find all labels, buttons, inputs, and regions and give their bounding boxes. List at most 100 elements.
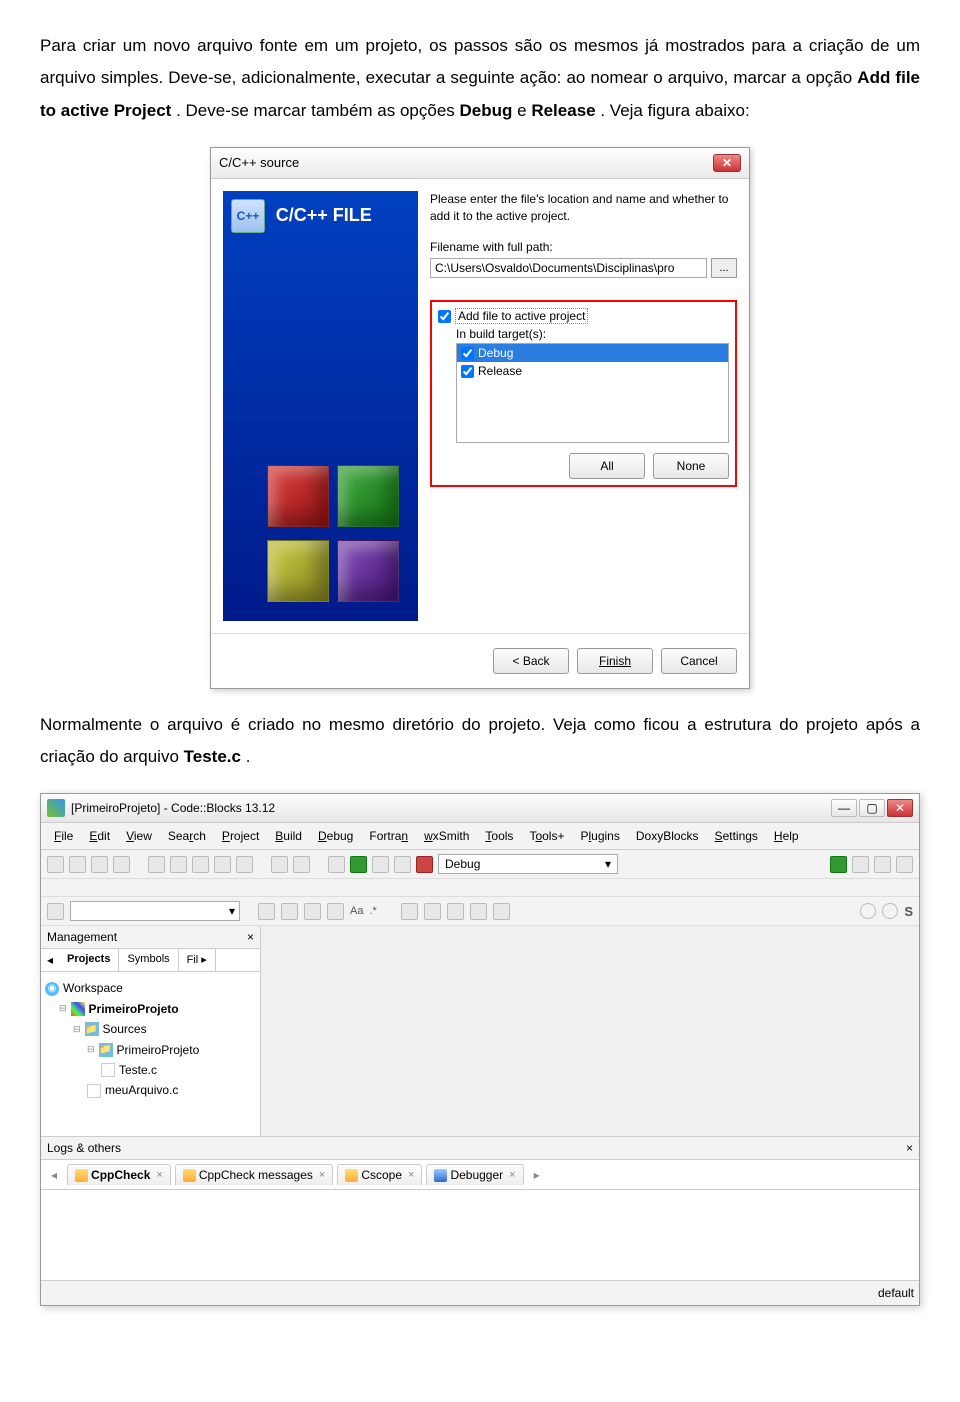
close-tab-icon[interactable]: × <box>408 1169 414 1181</box>
close-doc-icon[interactable] <box>47 903 64 920</box>
menu-search[interactable]: Search <box>161 826 213 846</box>
menu-view[interactable]: View <box>119 826 159 846</box>
target-release-row[interactable]: Release <box>457 362 728 380</box>
tabs-left-arrow[interactable]: ◂ <box>45 1165 63 1185</box>
menu-bar: File Edit View Search Project Build Debu… <box>41 823 919 850</box>
browse-button[interactable]: ... <box>711 258 737 278</box>
tabs-right-arrow[interactable]: ▸ <box>528 1165 546 1185</box>
close-icon[interactable]: ✕ <box>887 799 913 817</box>
build-targets-list[interactable]: Debug Release <box>456 343 729 443</box>
build-target-combo[interactable]: Debug ▾ <box>438 854 618 874</box>
release-checkbox[interactable] <box>461 365 474 378</box>
step-over-icon[interactable] <box>852 856 869 873</box>
select-icon[interactable] <box>424 903 441 920</box>
tab-debugger[interactable]: Debugger × <box>426 1164 523 1185</box>
target-debug-row[interactable]: Debug <box>457 344 728 362</box>
cppcheck-icon <box>183 1169 196 1182</box>
close-tab-icon[interactable]: × <box>156 1169 162 1181</box>
minimize-icon[interactable]: — <box>831 799 857 817</box>
rect-icon[interactable] <box>447 903 464 920</box>
menu-build[interactable]: Build <box>268 826 309 846</box>
close-tab-icon[interactable]: × <box>509 1169 515 1181</box>
add-file-checkbox[interactable] <box>438 310 451 323</box>
tab-cppcheck-msg[interactable]: CppCheck messages × <box>175 1164 334 1185</box>
tab-left-arrow[interactable]: ◂ <box>41 949 59 971</box>
tab-files[interactable]: Fil ▸ <box>179 949 216 971</box>
abort-icon[interactable] <box>416 856 433 873</box>
debug-checkbox[interactable] <box>461 347 474 360</box>
tree-project[interactable]: ⊟ PrimeiroProjeto <box>59 999 256 1019</box>
menu-debug[interactable]: Debug <box>311 826 360 846</box>
redo-icon[interactable] <box>170 856 187 873</box>
nav-back-icon[interactable] <box>258 903 275 920</box>
tab-cscope[interactable]: Cscope × <box>337 1164 422 1185</box>
new-icon[interactable] <box>47 856 64 873</box>
tab-cppcheck[interactable]: CppCheck × <box>67 1164 171 1185</box>
save-icon[interactable] <box>91 856 108 873</box>
text: e <box>517 101 531 120</box>
undo-icon[interactable] <box>148 856 165 873</box>
filename-label: Filename with full path: <box>430 240 737 254</box>
cursor-icon[interactable] <box>401 903 418 920</box>
tab-projects[interactable]: Projects <box>59 949 119 971</box>
scope-combo[interactable]: ▾ <box>70 901 240 921</box>
debug-run-icon[interactable] <box>830 856 847 873</box>
finish-button[interactable]: Finish <box>577 648 653 674</box>
cscope-icon <box>345 1169 358 1182</box>
menu-edit[interactable]: Edit <box>82 826 117 846</box>
copy-icon[interactable] <box>214 856 231 873</box>
cut-icon[interactable] <box>192 856 209 873</box>
build-icon[interactable] <box>328 856 345 873</box>
back-button[interactable]: < Back <box>493 648 569 674</box>
paragraph-1: Para criar um novo arquivo fonte em um p… <box>40 30 920 127</box>
folder-icon: 📁 <box>85 1022 99 1036</box>
diag-icon[interactable] <box>470 903 487 920</box>
block-icon[interactable] <box>327 903 344 920</box>
run-icon[interactable] <box>350 856 367 873</box>
tab-symbols[interactable]: Symbols <box>119 949 178 971</box>
save-all-icon[interactable] <box>113 856 130 873</box>
regex-icon[interactable]: .* <box>369 905 376 917</box>
tree-file-teste[interactable]: Teste.c <box>101 1060 256 1080</box>
logs-panel: Logs & others × ◂ CppCheck × CppCheck me… <box>41 1136 919 1280</box>
menu-settings[interactable]: Settings <box>708 826 765 846</box>
tree-file-meu[interactable]: meuArquivo.c <box>87 1080 256 1100</box>
nav-fwd-icon[interactable] <box>281 903 298 920</box>
s-icon[interactable]: S <box>904 904 913 919</box>
menu-help[interactable]: Help <box>767 826 806 846</box>
close-tab-icon[interactable]: × <box>319 1169 325 1181</box>
build-run-icon[interactable] <box>372 856 389 873</box>
find-icon[interactable] <box>271 856 288 873</box>
rebuild-icon[interactable] <box>394 856 411 873</box>
zoom-in-icon[interactable] <box>860 903 876 919</box>
open-icon[interactable] <box>69 856 86 873</box>
tree-subfolder[interactable]: ⊟ 📁 PrimeiroProjeto <box>87 1040 256 1060</box>
cancel-button[interactable]: Cancel <box>661 648 737 674</box>
panel-close-icon[interactable]: × <box>247 930 254 944</box>
menu-wxsmith[interactable]: wxSmith <box>417 826 476 846</box>
menu-file[interactable]: File <box>47 826 80 846</box>
menu-fortran[interactable]: Fortran <box>362 826 415 846</box>
menu-plugins[interactable]: Plugins <box>573 826 626 846</box>
filename-input[interactable] <box>430 258 707 278</box>
text-icon[interactable] <box>493 903 510 920</box>
maximize-icon[interactable]: ▢ <box>859 799 885 817</box>
menu-project[interactable]: Project <box>215 826 266 846</box>
tree-sources[interactable]: ⊟ 📁 Sources <box>73 1019 256 1039</box>
aa-icon[interactable]: Aa <box>350 905 363 917</box>
step-out-icon[interactable] <box>896 856 913 873</box>
menu-tools[interactable]: Tools <box>478 826 520 846</box>
panel-close-icon[interactable]: × <box>906 1141 913 1155</box>
none-button[interactable]: None <box>653 453 729 479</box>
menu-toolsplus[interactable]: Tools+ <box>522 826 571 846</box>
swap-icon[interactable] <box>304 903 321 920</box>
close-icon[interactable]: ✕ <box>713 154 741 172</box>
replace-icon[interactable] <box>293 856 310 873</box>
all-button[interactable]: All <box>569 453 645 479</box>
zoom-out-icon[interactable] <box>882 903 898 919</box>
project-tree[interactable]: ◉ Workspace ⊟ PrimeiroProjeto ⊟ 📁 Source… <box>41 972 260 1106</box>
paste-icon[interactable] <box>236 856 253 873</box>
tree-workspace[interactable]: ◉ Workspace <box>45 978 256 998</box>
menu-doxyblocks[interactable]: DoxyBlocks <box>629 826 706 846</box>
step-into-icon[interactable] <box>874 856 891 873</box>
